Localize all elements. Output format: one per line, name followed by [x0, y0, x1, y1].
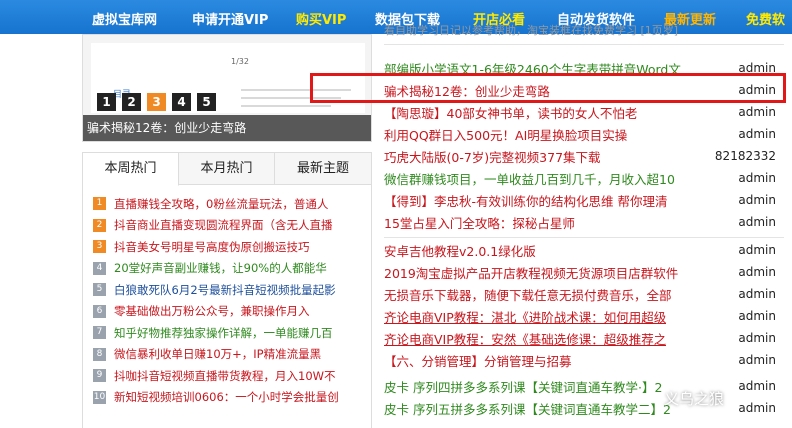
rank-badge: 4 — [93, 261, 106, 275]
news-row[interactable]: 巧虎大陆版(0-7岁)完整视频377集下载 82182332 — [384, 146, 784, 166]
news-title[interactable]: 皮卡 序列四拼多多系列课【关键词直通车教学·】2 — [384, 377, 662, 396]
slide-button-5[interactable]: 5 — [197, 93, 216, 111]
hot-topics-panel: 本周热门 本月热门 最新主题 1 直播赚钱全攻略，0粉丝流量玩法，普通人 2 抖音商业… — [82, 152, 372, 428]
news-row-partial[interactable]: 看自助学习日记以参考帮助，淘宝装框在找免费学习 [1页罗] — [384, 22, 784, 38]
hot-item-title[interactable]: 知乎好物推荐独家操作详解，一单能赚几百 — [114, 325, 333, 341]
rank-badge: 10 — [93, 390, 106, 404]
rank-badge: 2 — [93, 218, 106, 232]
news-author[interactable]: admin — [738, 287, 784, 301]
hot-item-title[interactable]: 抖音美女号明星号高度伪原创搬运技巧 — [114, 239, 310, 255]
news-author[interactable]: admin — [738, 265, 784, 279]
hot-list: 1 直播赚钱全攻略，0粉丝流量玩法，普通人 2 抖音商业直播变现圆流程界面（含无人直播… — [83, 185, 371, 408]
news-title[interactable]: 无损音乐下载器，随便下载任意无损付费音乐，全部 — [384, 285, 672, 304]
slide-pager: 1 2 3 4 5 — [97, 93, 216, 111]
slide-button-2[interactable]: 2 — [122, 93, 141, 111]
hot-list-item[interactable]: 7 知乎好物推荐独家操作详解，一单能赚几百 — [93, 322, 371, 344]
hot-list-item[interactable]: 9 抖咖抖音短视频直播带货教程，月入10W不 — [93, 365, 371, 387]
news-title[interactable]: 巧虎大陆版(0-7岁)完整视频377集下载 — [384, 147, 601, 166]
news-author[interactable]: admin — [738, 127, 784, 141]
tab-monthly-hot[interactable]: 本月热门 — [179, 153, 275, 184]
hot-list-item[interactable]: 5 白狼敢死队6月2号最新抖音短视频批量起影 — [93, 279, 371, 301]
news-author[interactable]: admin — [738, 105, 784, 119]
news-row[interactable]: 2019淘宝虚拟产品开店教程视频无货源项目店群软件 admin — [384, 262, 784, 282]
tab-weekly-hot[interactable]: 本周热门 — [83, 153, 179, 186]
slide-button-4[interactable]: 4 — [172, 93, 191, 111]
news-title[interactable]: 【得到】李忠秋-有效训练你的结构化思维 帮你理清 — [384, 191, 668, 210]
hot-list-item[interactable]: 4 20堂好声音副业赚钱，让90%的人都能华 — [93, 258, 371, 280]
news-author[interactable]: 82182332 — [715, 149, 784, 163]
hot-item-title[interactable]: 微信暴利收单日赚10万+，IP精准流量黑 — [114, 346, 321, 362]
tab-latest-topics[interactable]: 最新主题 — [275, 153, 371, 184]
rank-badge: 9 — [93, 369, 106, 383]
news-row[interactable]: 利用QQ群日入500元！AI明星换脸项目实操 admin — [384, 124, 784, 144]
rank-badge: 6 — [93, 304, 106, 318]
news-title[interactable]: 齐论电商VIP教程：安然《基础选修课：超级推荐之 — [384, 329, 666, 348]
hot-list-item[interactable]: 2 抖音商业直播变现圆流程界面（含无人直播 — [93, 215, 371, 237]
hot-item-title[interactable]: 抖音商业直播变现圆流程界面（含无人直播 — [114, 217, 333, 233]
watermark-label: 义乌之狼 — [664, 390, 725, 408]
slide-button-1[interactable]: 1 — [97, 93, 116, 111]
hot-list-item[interactable]: 3 抖音美女号明星号高度伪原创搬运技巧 — [93, 236, 371, 258]
divider — [384, 44, 784, 45]
news-title[interactable]: 皮卡 序列五拼多多系列课【关键词直通车教学二】2 — [384, 399, 671, 418]
rank-badge: 7 — [93, 326, 106, 340]
news-title[interactable]: 看自助学习日记以参考帮助，淘宝装框在找免费学习 [1页罗] — [384, 22, 678, 38]
news-author[interactable]: admin — [738, 171, 784, 185]
hot-item-title[interactable]: 零基础做出万粉公众号，兼职操作月入 — [114, 303, 310, 319]
hot-list-item[interactable]: 1 直播赚钱全攻略，0粉丝流量玩法，普通人 — [93, 193, 371, 215]
slide-page-number: 1/32 — [231, 57, 249, 66]
news-row[interactable]: 无损音乐下载器，随便下载任意无损付费音乐，全部 admin — [384, 284, 784, 304]
rank-badge: 5 — [93, 283, 106, 297]
slide-caption[interactable]: 骗术揭秘12卷：创业少走弯路 — [83, 115, 371, 141]
news-author[interactable]: admin — [738, 379, 784, 393]
rank-badge: 3 — [93, 240, 106, 254]
news-title[interactable]: 15堂占星入门全攻略：探秘占星师 — [384, 213, 575, 232]
hot-item-title[interactable]: 新知短视频培训0606：一个小时学会批量创 — [114, 389, 339, 405]
news-row[interactable]: 15堂占星入门全攻略：探秘占星师 admin — [384, 212, 784, 232]
news-author[interactable]: admin — [738, 243, 784, 257]
news-row[interactable]: 齐论电商VIP教程：湛北《进阶战术课：如何用超级 admin — [384, 306, 784, 326]
hot-item-title[interactable]: 白狼敢死队6月2号最新抖音短视频批量起影 — [114, 282, 336, 298]
news-author[interactable]: admin — [738, 353, 784, 367]
divider — [384, 237, 784, 238]
rank-badge: 1 — [93, 197, 106, 211]
slide-text-line — [241, 105, 331, 107]
rank-badge: 8 — [93, 347, 106, 361]
news-author[interactable]: admin — [738, 401, 784, 415]
news-title[interactable]: 齐论电商VIP教程：湛北《进阶战术课：如何用超级 — [384, 307, 666, 326]
news-title[interactable]: 2019淘宝虚拟产品开店教程视频无货源项目店群软件 — [384, 263, 678, 282]
news-author[interactable]: admin — [738, 331, 784, 345]
news-author[interactable]: admin — [738, 309, 784, 323]
hot-list-item[interactable]: 8 微信暴利收单日赚10万+，IP精准流量黑 — [93, 344, 371, 366]
news-title[interactable]: 利用QQ群日入500元！AI明星换脸项目实操 — [384, 125, 627, 144]
news-title[interactable]: 【六、分销管理】分销管理与招募 — [384, 351, 572, 370]
news-row[interactable]: 齐论电商VIP教程：安然《基础选修课：超级推荐之 admin — [384, 328, 784, 348]
news-row[interactable]: 【陶思璇】40部女神书单，读书的女人不怕老 admin — [384, 102, 784, 122]
nav-item-apply-vip[interactable]: 申请开通VIP — [192, 9, 268, 28]
nav-item-buy-vip[interactable]: 购买VIP — [296, 9, 346, 28]
hot-tabs: 本周热门 本月热门 最新主题 — [83, 153, 371, 186]
hot-item-title[interactable]: 直播赚钱全攻略，0粉丝流量玩法，普通人 — [114, 196, 328, 212]
news-author[interactable]: admin — [738, 193, 784, 207]
news-row[interactable]: 【六、分销管理】分销管理与招募 admin — [384, 350, 784, 370]
slide-button-3[interactable]: 3 — [147, 93, 166, 111]
news-row[interactable]: 微信群赚钱项目，一单收益几百到几千，月收入超10 admin — [384, 168, 784, 188]
highlight-box — [310, 73, 786, 103]
nav-item-home[interactable]: 虚拟宝库网 — [92, 9, 157, 28]
news-author[interactable]: admin — [738, 215, 784, 229]
news-row[interactable]: 【得到】李忠秋-有效训练你的结构化思维 帮你理清 admin — [384, 190, 784, 210]
news-title[interactable]: 安卓吉他教程v2.0.1绿化版 — [384, 241, 536, 260]
hot-list-item[interactable]: 10 新知短视频培训0606：一个小时学会批量创 — [93, 387, 371, 409]
news-title[interactable]: 微信群赚钱项目，一单收益几百到几千，月收入超10 — [384, 169, 675, 188]
hot-list-item[interactable]: 6 零基础做出万粉公众号，兼职操作月入 — [93, 301, 371, 323]
hot-item-title[interactable]: 20堂好声音副业赚钱，让90%的人都能华 — [114, 260, 327, 276]
news-title[interactable]: 【陶思璇】40部女神书单，读书的女人不怕老 — [384, 103, 637, 122]
news-row[interactable]: 安卓吉他教程v2.0.1绿化版 admin — [384, 240, 784, 260]
hot-item-title[interactable]: 抖咖抖音短视频直播带货教程，月入10W不 — [114, 368, 336, 384]
